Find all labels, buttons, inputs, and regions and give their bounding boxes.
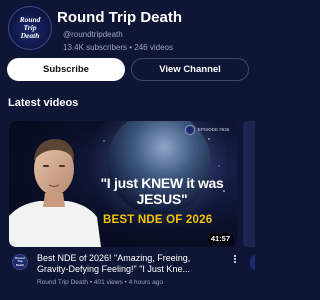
- video-channel-avatar[interactable]: Round Trip Death: [12, 254, 28, 270]
- video-thumbnail[interactable]: EPISODE #636 "I just KNEW it was JESUS" …: [9, 121, 237, 247]
- man-portrait: [9, 139, 101, 247]
- video-title-line-1: Best NDE of 2026! "Amazing, Freeing,: [37, 253, 191, 263]
- section-title-latest-videos: Latest videos: [8, 97, 79, 109]
- episode-label: EPISODE #636: [198, 127, 230, 132]
- next-video-avatar-peek: [250, 255, 255, 270]
- channel-name[interactable]: Round Trip Death: [57, 9, 182, 26]
- channel-header: Round Trip Death Round Trip Death @round…: [8, 6, 248, 54]
- more-vert-icon[interactable]: [232, 254, 238, 266]
- channel-handle: @roundtripdeath: [63, 30, 123, 39]
- subscribe-button[interactable]: Subscribe: [7, 58, 125, 81]
- thumbnail-quote: "I just KNEW it was JESUS": [100, 175, 224, 207]
- thumbnail-logo: [185, 125, 195, 135]
- channel-stats: 13.4K subscribers • 246 videos: [63, 43, 173, 52]
- video-title[interactable]: Best NDE of 2026! "Amazing, Freeing, Gra…: [37, 253, 223, 275]
- avatar-text-3: Death: [20, 31, 40, 40]
- thumbnail-banner: BEST NDE OF 2026: [103, 214, 213, 226]
- video-duration: 41:57: [207, 233, 233, 244]
- next-video-thumbnail-peek[interactable]: [243, 121, 255, 247]
- channel-avatar[interactable]: Round Trip Death: [8, 6, 52, 50]
- video-meta: Round Trip Death • 401 views • 4 hours a…: [37, 279, 163, 286]
- video-title-line-2: Gravity-Defying Feeling!" "I Just Kne...: [37, 264, 190, 274]
- video-avatar-text: Round Trip Death: [15, 256, 25, 267]
- view-channel-button[interactable]: View Channel: [131, 58, 249, 81]
